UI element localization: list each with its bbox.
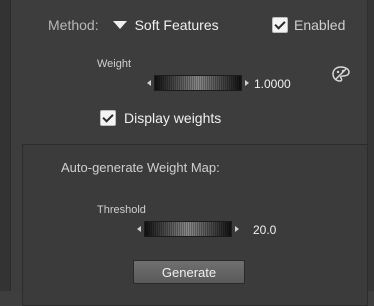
- weight-slider[interactable]: [147, 75, 249, 91]
- threshold-slider[interactable]: [137, 221, 239, 237]
- chevron-down-icon: [112, 21, 127, 29]
- method-dropdown[interactable]: Soft Features: [112, 17, 219, 33]
- tool-settings-panel: Method: Soft Features Enabled Weight 1.0…: [0, 0, 374, 306]
- display-weights-label: Display weights: [124, 110, 222, 126]
- left-panel-edge: [0, 0, 11, 291]
- increment-arrow-icon[interactable]: [245, 80, 249, 86]
- auto-generate-title: Auto-generate Weight Map:: [61, 160, 220, 175]
- increment-arrow-icon[interactable]: [235, 226, 239, 232]
- enabled-label: Enabled: [294, 17, 346, 33]
- weight-value[interactable]: 1.0000: [254, 77, 291, 91]
- palette-icon[interactable]: [332, 66, 350, 82]
- threshold-value[interactable]: 20.0: [253, 223, 276, 237]
- display-weights-checkbox[interactable]: Display weights: [100, 109, 221, 127]
- method-label: Method:: [48, 17, 99, 33]
- method-row: Method: Soft Features: [48, 14, 219, 36]
- threshold-label: Threshold: [97, 204, 146, 216]
- weight-slider-track[interactable]: [154, 75, 242, 91]
- generate-button[interactable]: Generate: [133, 260, 245, 284]
- decrement-arrow-icon[interactable]: [137, 226, 141, 232]
- weight-label: Weight: [97, 58, 132, 70]
- check-icon: [272, 17, 288, 33]
- check-icon: [100, 110, 116, 126]
- threshold-slider-track[interactable]: [144, 221, 232, 237]
- right-panel-edge: [367, 0, 374, 291]
- enabled-checkbox[interactable]: Enabled: [272, 14, 345, 36]
- method-value: Soft Features: [134, 17, 219, 33]
- decrement-arrow-icon[interactable]: [147, 80, 151, 86]
